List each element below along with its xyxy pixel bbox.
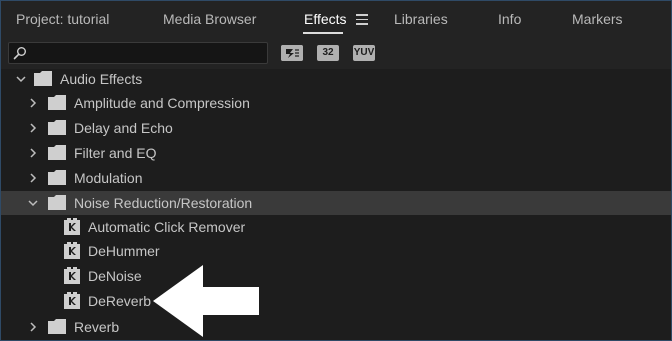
tree-label: Modulation — [74, 170, 143, 186]
active-tab-indicator — [303, 32, 343, 34]
32-bit-filter-button[interactable]: 32 — [317, 45, 339, 61]
search-toolbar: 32 YUV — [1, 37, 671, 69]
tree-row-denoise[interactable]: DeNoise — [1, 264, 671, 288]
tree-label: DeHummer — [88, 243, 160, 259]
chevron-down-icon[interactable] — [28, 198, 38, 208]
tree-row-noise-reduction-restoration[interactable]: Noise Reduction/Restoration — [1, 191, 671, 215]
tree-label: Delay and Echo — [74, 120, 173, 136]
audio-effect-icon — [64, 242, 80, 259]
tab-markers[interactable]: Markers — [572, 11, 623, 27]
tree-label: DeReverb — [88, 293, 152, 309]
tree-label: Audio Effects — [60, 71, 143, 87]
tree-label: Reverb — [74, 319, 120, 335]
audio-effect-icon — [64, 267, 80, 284]
tree-row-dehummer[interactable]: DeHummer — [1, 239, 671, 263]
chevron-right-icon[interactable] — [28, 173, 38, 183]
hamburger-menu-icon[interactable] — [356, 14, 368, 25]
tree-row-delay-and-echo[interactable]: Delay and Echo — [1, 116, 671, 140]
tab-info[interactable]: Info — [498, 11, 521, 27]
tab-media-browser[interactable]: Media Browser — [163, 11, 256, 27]
chevron-right-icon[interactable] — [28, 322, 38, 332]
tab-effects[interactable]: Effects — [304, 11, 347, 27]
effects-panel: Project: tutorial Media Browser Effects … — [0, 0, 672, 341]
search-field[interactable] — [8, 42, 268, 64]
tab-libraries[interactable]: Libraries — [394, 11, 448, 27]
chevron-right-icon[interactable] — [28, 123, 38, 133]
tree-row-dereverb[interactable]: DeReverb — [1, 289, 671, 313]
tree-row-modulation[interactable]: Modulation — [1, 166, 671, 190]
folder-icon — [48, 195, 66, 210]
tree-label: DeNoise — [88, 268, 142, 284]
chevron-down-icon[interactable] — [16, 74, 26, 84]
tree-row-reverb[interactable]: Reverb — [1, 315, 671, 339]
tree-row-amplitude-and-compression[interactable]: Amplitude and Compression — [1, 91, 671, 115]
tab-project[interactable]: Project: tutorial — [16, 11, 109, 27]
panel-tab-bar: Project: tutorial Media Browser Effects … — [1, 1, 671, 37]
audio-effect-icon — [64, 218, 80, 235]
chevron-right-icon[interactable] — [28, 98, 38, 108]
tree-label: Amplitude and Compression — [74, 95, 250, 111]
chevron-right-icon[interactable] — [28, 148, 38, 158]
folder-icon — [48, 120, 66, 135]
folder-icon — [34, 71, 52, 86]
folder-icon — [48, 145, 66, 160]
annotation-arrow-icon — [153, 265, 259, 337]
audio-effect-icon — [64, 292, 80, 309]
folder-icon — [48, 95, 66, 110]
search-input[interactable] — [29, 43, 263, 63]
tree-row-filter-and-eq[interactable]: Filter and EQ — [1, 141, 671, 165]
tree-row-automatic-click-remover[interactable]: Automatic Click Remover — [1, 215, 671, 239]
tree-label: Noise Reduction/Restoration — [74, 195, 253, 211]
folder-icon — [48, 319, 66, 334]
accelerated-effects-filter-icon[interactable] — [281, 45, 303, 61]
magnifier-icon — [13, 47, 26, 60]
folder-icon — [48, 170, 66, 185]
tree-row-audio-effects[interactable]: Audio Effects — [1, 67, 671, 91]
tree-label: Filter and EQ — [74, 145, 157, 161]
yuv-filter-button[interactable]: YUV — [353, 45, 375, 61]
tree-label: Automatic Click Remover — [88, 219, 246, 235]
